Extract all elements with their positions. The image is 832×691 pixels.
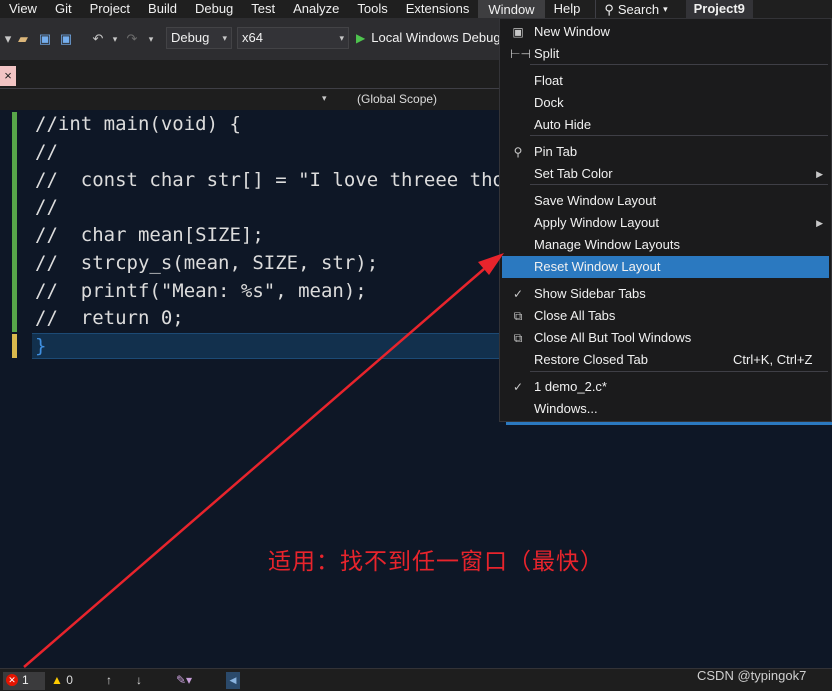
- error-icon: ✕: [6, 674, 18, 686]
- arrow-up-icon[interactable]: ↑: [106, 673, 112, 688]
- chevron-left-icon[interactable]: ◀: [226, 672, 240, 689]
- error-count: 1: [22, 673, 29, 687]
- arrow-shaft: [23, 268, 485, 668]
- code-cleanup-icon[interactable]: ✎▾: [176, 673, 192, 688]
- warning-icon: ▲: [51, 673, 63, 687]
- arrow-down-icon[interactable]: ↓: [136, 673, 142, 688]
- annotation-arrow: [23, 253, 504, 668]
- warning-indicator[interactable]: ▲ 0: [51, 673, 73, 688]
- error-indicator[interactable]: ✕ 1: [3, 672, 45, 690]
- watermark: CSDN @typingok7: [697, 668, 807, 683]
- warning-count: 0: [66, 673, 73, 687]
